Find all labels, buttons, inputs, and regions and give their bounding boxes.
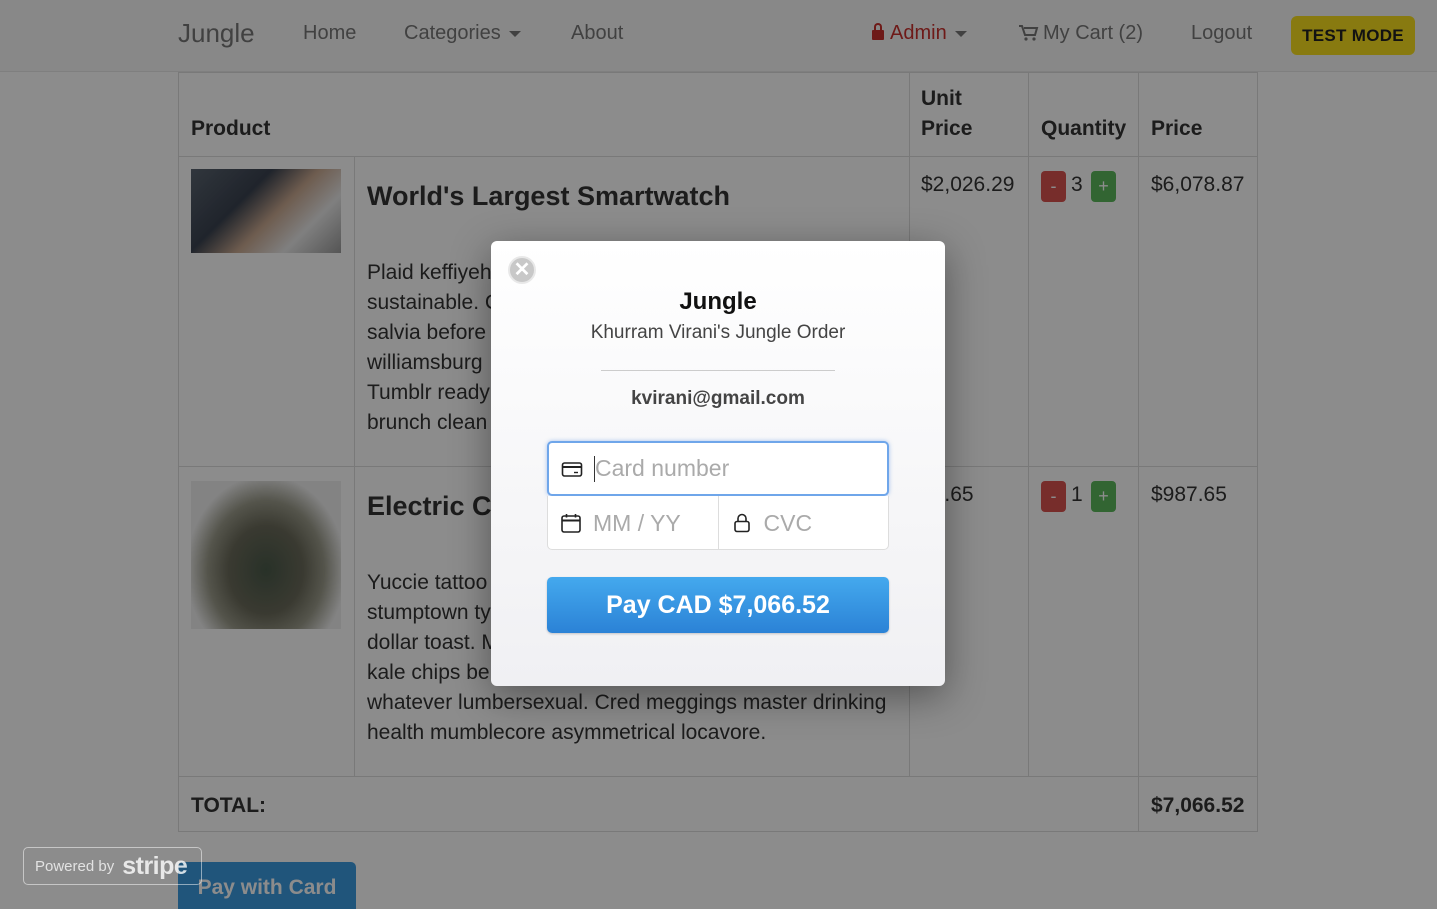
close-icon[interactable]: ✕	[508, 256, 536, 284]
checkout-modal: ✕ Jungle Khurram Virani's Jungle Order k…	[491, 241, 945, 686]
expiry-placeholder: MM / YY	[593, 509, 681, 536]
powered-by-stripe-badge[interactable]: Powered by stripe	[23, 847, 202, 885]
credit-card-icon	[561, 461, 583, 477]
customer-email[interactable]: kvirani@gmail.com	[491, 388, 945, 410]
card-number-field[interactable]: Card number	[547, 441, 889, 496]
expiry-cvc-row: MM / YY CVC	[547, 496, 889, 550]
modal-subtitle: Khurram Virani's Jungle Order	[590, 322, 846, 343]
calendar-icon	[561, 514, 581, 533]
padlock-icon	[733, 513, 750, 533]
cvc-placeholder: CVC	[763, 509, 813, 536]
pay-button[interactable]: Pay CAD $7,066.52	[547, 577, 889, 633]
modal-title: Jungle	[679, 288, 757, 315]
powered-by-label: Powered by	[35, 857, 115, 875]
cvc-field[interactable]: CVC	[719, 496, 889, 550]
stripe-logo: stripe	[122, 851, 188, 880]
card-number-placeholder: Card number	[595, 455, 730, 481]
expiry-field[interactable]: MM / YY	[548, 496, 719, 550]
modal-divider	[601, 370, 835, 371]
